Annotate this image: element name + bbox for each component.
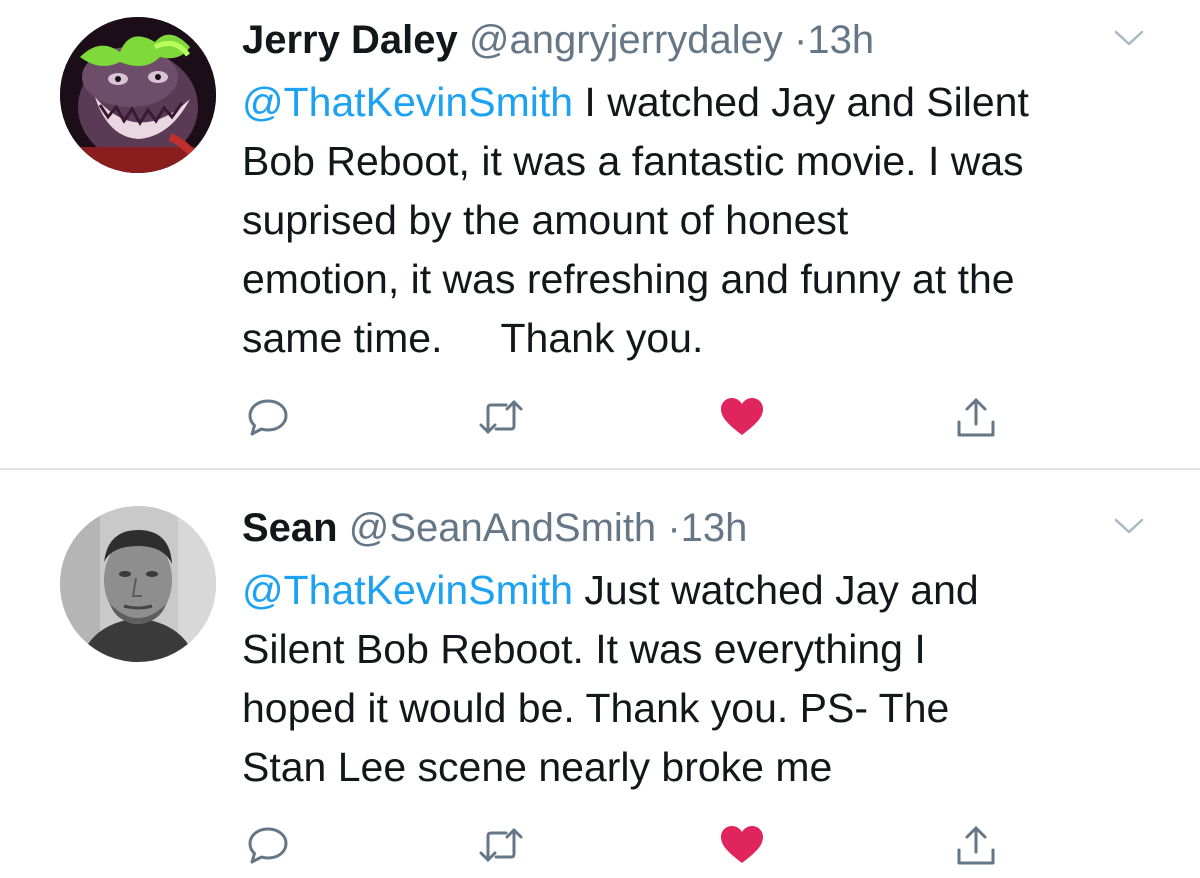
tweet-text: @ThatKevinSmith Just watched Jay and Sil… bbox=[242, 561, 1162, 797]
tweet-text-line: same time. bbox=[242, 315, 443, 361]
tweet-header: Sean @SeanAndSmith ·13h bbox=[242, 504, 747, 552]
separator: · bbox=[794, 18, 808, 62]
tweet-text-line: suprised by the amount of honest bbox=[242, 197, 849, 243]
share-icon[interactable] bbox=[951, 820, 1001, 870]
user-handle[interactable]: @SeanAndSmith bbox=[349, 506, 656, 550]
tweet[interactable]: Sean @SeanAndSmith ·13h @ThatKevinSmith … bbox=[0, 470, 1200, 878]
heart-icon[interactable] bbox=[717, 820, 767, 870]
chevron-down-icon[interactable] bbox=[1112, 26, 1146, 50]
mention-link[interactable]: @ThatKevinSmith bbox=[242, 567, 573, 613]
tweet-actions bbox=[0, 820, 1200, 870]
retweet-icon[interactable] bbox=[476, 392, 526, 442]
tweet-text-line: emotion, it was refreshing and funny at … bbox=[242, 256, 1015, 302]
timestamp[interactable]: 13h bbox=[807, 18, 874, 62]
mention-link[interactable]: @ThatKevinSmith bbox=[242, 79, 573, 125]
joker-art-avatar-image bbox=[60, 17, 216, 173]
tweet-header: Jerry Daley @angryjerrydaley ·13h bbox=[242, 16, 874, 64]
display-name[interactable]: Jerry Daley bbox=[242, 18, 458, 62]
share-icon[interactable] bbox=[951, 392, 1001, 442]
reply-icon[interactable] bbox=[243, 820, 293, 870]
reply-icon[interactable] bbox=[243, 392, 293, 442]
tweet[interactable]: Jerry Daley @angryjerrydaley ·13h @ThatK… bbox=[0, 0, 1200, 468]
tweet-text: @ThatKevinSmith I watched Jay and Silent… bbox=[242, 73, 1162, 368]
separator: · bbox=[667, 506, 681, 550]
chevron-down-icon[interactable] bbox=[1112, 514, 1146, 538]
tweet-text-line: Bob Reboot, it was a fantastic movie. I … bbox=[242, 138, 1024, 184]
retweet-icon[interactable] bbox=[476, 820, 526, 870]
tweet-text-line: Just watched Jay and bbox=[573, 567, 979, 613]
user-handle[interactable]: @angryjerrydaley bbox=[469, 18, 783, 62]
tweet-text-line: I watched Jay and Silent bbox=[573, 79, 1029, 125]
tweet-text-line: Silent Bob Reboot. It was everything I bbox=[242, 626, 926, 672]
tweet-text-line: hoped it would be. Thank you. PS- The bbox=[242, 685, 950, 731]
display-name[interactable]: Sean bbox=[242, 506, 338, 550]
heart-icon[interactable] bbox=[717, 392, 767, 442]
avatar[interactable] bbox=[60, 17, 216, 173]
avatar[interactable] bbox=[60, 506, 216, 662]
grayscale-photo-avatar-image bbox=[60, 506, 216, 662]
timestamp[interactable]: 13h bbox=[681, 506, 748, 550]
tweet-actions bbox=[0, 392, 1200, 442]
tweet-text-line: Thank you. bbox=[500, 315, 704, 361]
tweet-text-line: Stan Lee scene nearly broke me bbox=[242, 744, 833, 790]
